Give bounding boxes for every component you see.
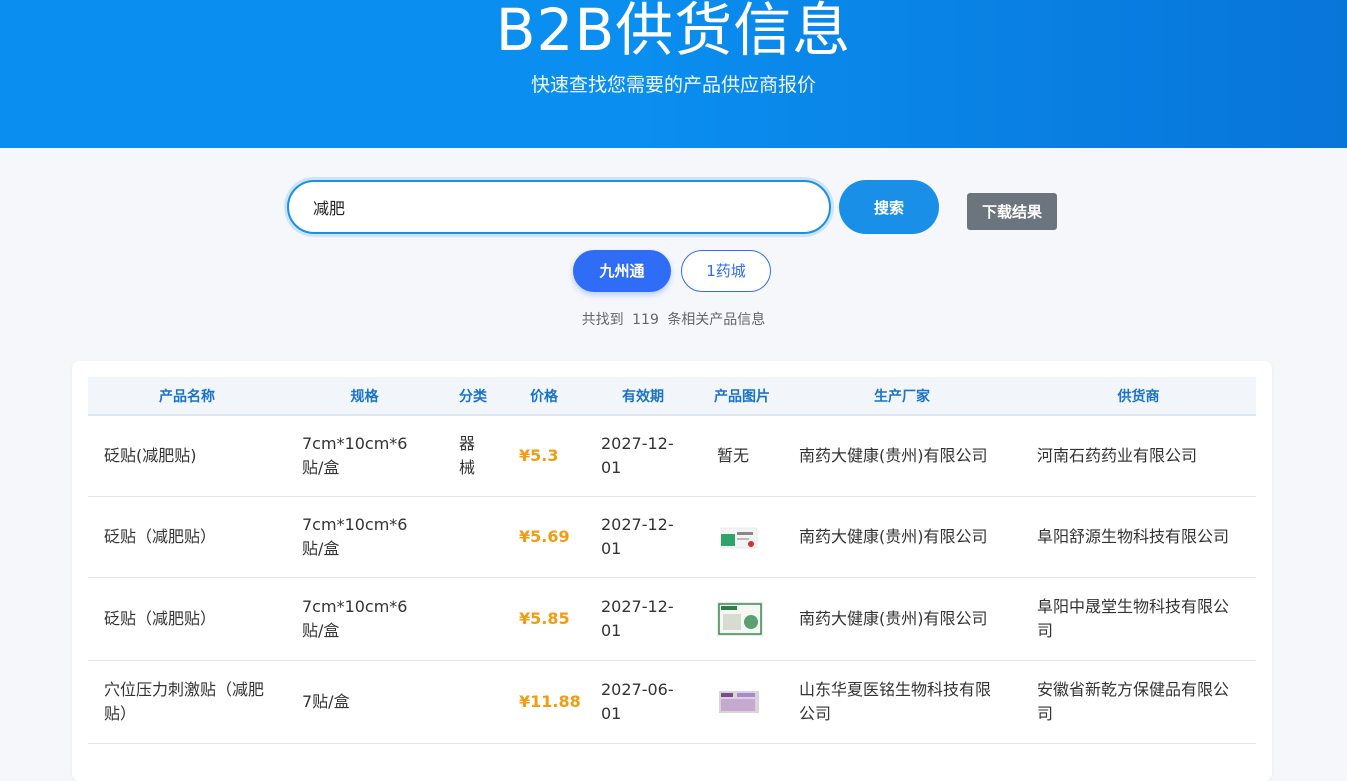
- result-count-number: 119: [632, 312, 659, 328]
- product-supplier: 安徽省新乾方保健品有限公司: [1021, 660, 1256, 744]
- table-header-row: 产品名称 规格 分类 价格 有效期 产品图片 生产厂家 供货商: [88, 377, 1256, 415]
- column-header-name[interactable]: 产品名称: [88, 377, 286, 415]
- column-header-manufacturer[interactable]: 生产厂家: [783, 377, 1021, 415]
- product-name: 穴位压力刺激贴（减肥贴）: [88, 660, 286, 744]
- download-results-button[interactable]: 下载结果: [967, 193, 1057, 230]
- result-count: 共找到 119 条相关产品信息: [0, 309, 1347, 329]
- product-manufacturer: 山东华夏医铭生物科技有限公司: [783, 660, 1021, 744]
- result-count-prefix: 共找到: [581, 312, 624, 328]
- results-card: 产品名称 规格 分类 价格 有效期 产品图片 生产厂家 供货商 砭贴(减肥贴) …: [72, 361, 1272, 781]
- product-manufacturer: 南药大健康(贵州)有限公司: [783, 496, 1021, 578]
- product-supplier: 阜阳中晟堂生物科技有限公司: [1021, 577, 1256, 661]
- column-header-spec[interactable]: 规格: [286, 377, 443, 415]
- product-expiry: 2027-12-01: [585, 577, 701, 661]
- table-row: 砭贴(减肥贴) 7cm*10cm*6贴/盒 器械 ¥5.3 2027-12-01…: [88, 415, 1256, 497]
- hero-banner: B2B供货信息 快速查找您需要的产品供应商报价: [0, 0, 1347, 148]
- product-price: ¥5.69: [503, 496, 585, 578]
- product-name: 砭贴（减肥贴）: [88, 496, 286, 578]
- table-row: 穴位压力刺激贴（减肥贴） 7贴/盒 ¥11.88 2027-06-01 山东华夏…: [88, 660, 1256, 744]
- product-thumbnail[interactable]: [717, 521, 761, 552]
- product-spec: 7cm*10cm*6贴/盒: [286, 496, 443, 578]
- table-row: 砭贴（减肥贴） 7cm*10cm*6贴/盒 ¥5.69 2027-12-01 南…: [88, 496, 1256, 578]
- page-subtitle: 快速查找您需要的产品供应商报价: [530, 74, 816, 96]
- product-supplier: 河南石药药业有限公司: [1021, 415, 1256, 497]
- product-price: ¥11.88: [503, 660, 585, 744]
- product-price: ¥5.3: [503, 415, 585, 497]
- product-expiry: 2027-12-01: [585, 496, 701, 578]
- result-count-suffix: 条相关产品信息: [667, 312, 766, 328]
- product-thumbnail[interactable]: [717, 601, 763, 636]
- column-header-supplier[interactable]: 供货商: [1021, 377, 1256, 415]
- product-name: 砭贴(减肥贴): [88, 415, 286, 497]
- product-manufacturer: 南药大健康(贵州)有限公司: [783, 415, 1021, 497]
- product-spec: 7贴/盒: [286, 660, 443, 744]
- results-table: 产品名称 规格 分类 价格 有效期 产品图片 生产厂家 供货商 砭贴(减肥贴) …: [88, 377, 1256, 744]
- search-input[interactable]: [287, 180, 831, 234]
- column-header-price[interactable]: 价格: [503, 377, 585, 415]
- product-expiry: 2027-06-01: [585, 660, 701, 744]
- product-manufacturer: 南药大健康(贵州)有限公司: [783, 577, 1021, 661]
- product-spec: 7cm*10cm*6贴/盒: [286, 415, 443, 497]
- product-category: [443, 577, 503, 661]
- column-header-category[interactable]: 分类: [443, 377, 503, 415]
- product-image-cell: [701, 577, 783, 661]
- product-price: ¥5.85: [503, 577, 585, 661]
- product-spec: 7cm*10cm*6贴/盒: [286, 577, 443, 661]
- column-header-expiry[interactable]: 有效期: [585, 377, 701, 415]
- table-row: 砭贴（减肥贴） 7cm*10cm*6贴/盒 ¥5.85 2027-12-01 南…: [88, 577, 1256, 661]
- product-image-cell: [701, 496, 783, 578]
- tab-yiyaocheng[interactable]: 1药城: [681, 250, 771, 292]
- product-category: 器械: [443, 415, 503, 497]
- tab-jiuzhoutong[interactable]: 九州通: [573, 250, 671, 292]
- column-header-image[interactable]: 产品图片: [701, 377, 783, 415]
- page-title: B2B供货信息: [495, 0, 852, 64]
- product-name: 砭贴（减肥贴）: [88, 577, 286, 661]
- product-category: [443, 660, 503, 744]
- product-supplier: 阜阳舒源生物科技有限公司: [1021, 496, 1256, 578]
- product-image-cell: [701, 660, 783, 744]
- product-image-placeholder: 暂无: [701, 415, 783, 497]
- product-thumbnail[interactable]: [717, 686, 761, 717]
- product-expiry: 2027-12-01: [585, 415, 701, 497]
- product-category: [443, 496, 503, 578]
- search-button[interactable]: 搜索: [839, 180, 939, 234]
